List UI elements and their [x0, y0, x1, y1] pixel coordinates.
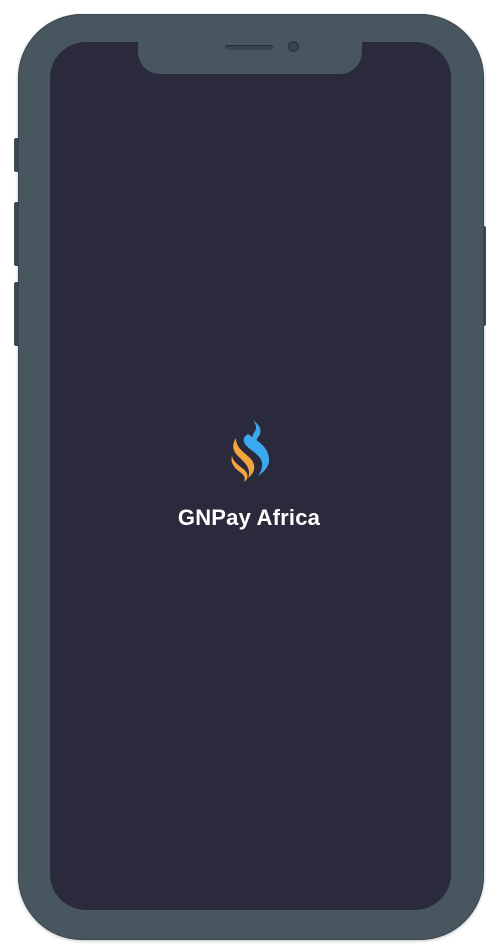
- earpiece-speaker: [225, 45, 273, 50]
- app-name: GNPay Africa: [177, 505, 321, 530]
- front-camera: [288, 41, 299, 52]
- gnpay-flame-logo-icon: [231, 420, 270, 482]
- device-mockup: GNPay Africa: [0, 0, 498, 951]
